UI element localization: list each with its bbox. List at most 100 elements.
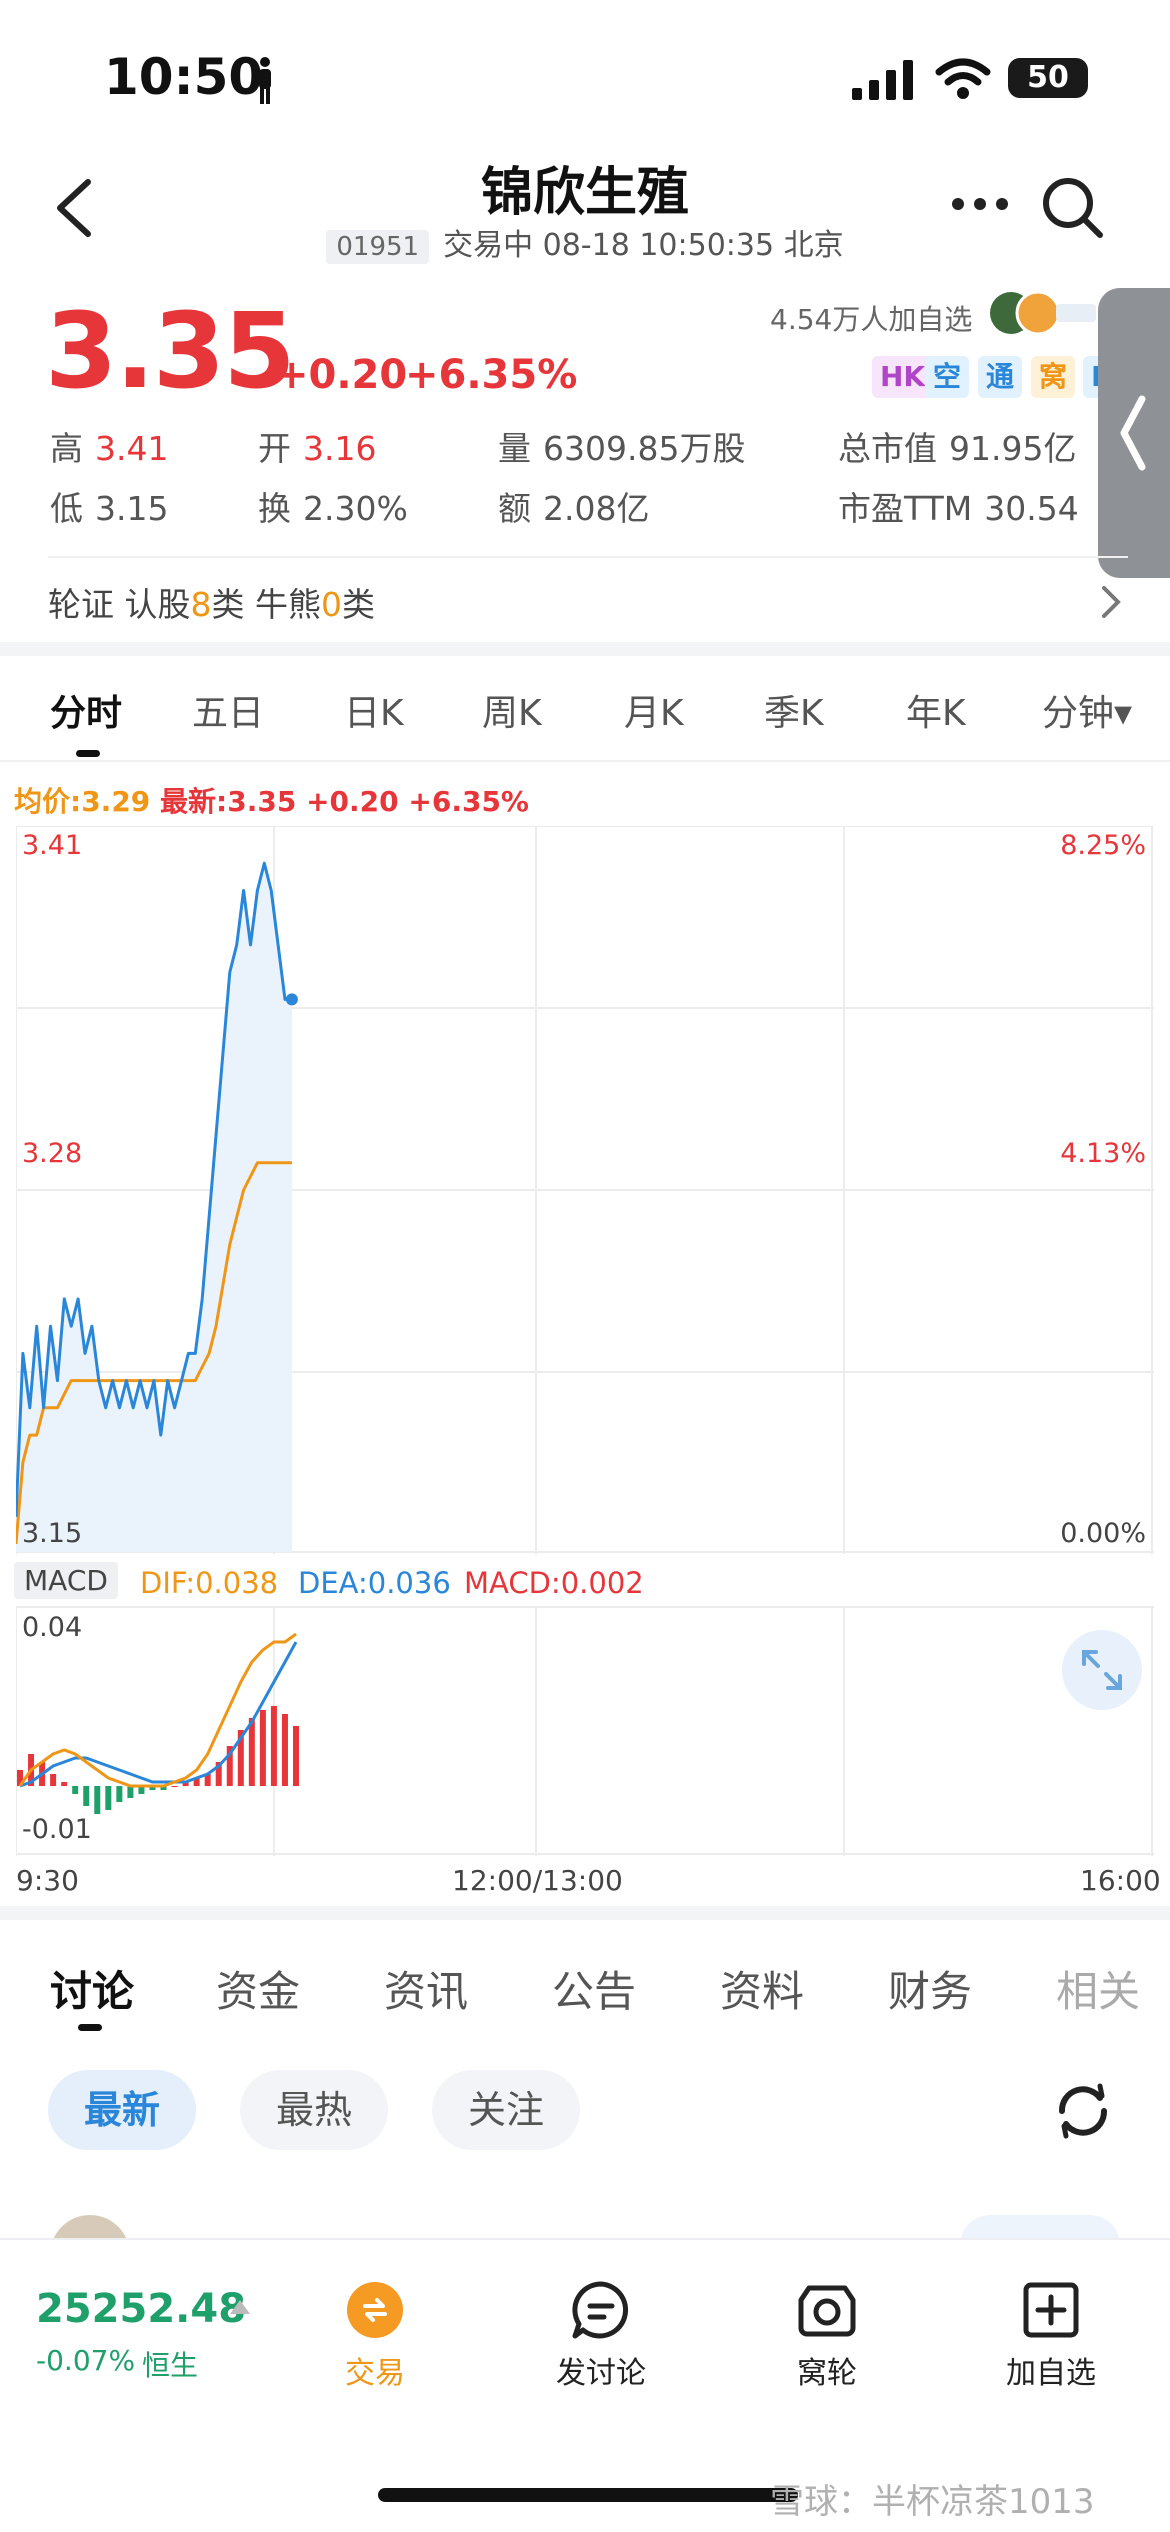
- price-area: [16, 863, 292, 1552]
- macd-bar: [127, 1786, 134, 1798]
- section-divider: [0, 1906, 1170, 1920]
- tab-intraday[interactable]: 分时: [50, 684, 122, 736]
- index-name: 恒生: [142, 2349, 199, 2382]
- stat-high: 高 3.41: [50, 422, 168, 470]
- tab-indicator: [76, 750, 100, 757]
- trade-label: 交易: [345, 2356, 405, 2391]
- signal-icon: [852, 60, 913, 100]
- trade-icon: [347, 2282, 403, 2338]
- refresh-icon[interactable]: [1050, 2078, 1116, 2144]
- macd-y-tick: -0.01: [22, 1814, 92, 1845]
- macd-indicator-label[interactable]: MACD: [14, 1562, 118, 1599]
- warrants-bull-count: 0: [321, 585, 342, 624]
- warrants-call-label: 认股: [124, 585, 191, 624]
- tag-stock-connect[interactable]: 通: [978, 356, 1023, 398]
- price-change: +0.20: [275, 352, 408, 398]
- stat-volume: 量 6309.85万股: [498, 422, 745, 470]
- stat-market-cap-label: 总市值: [838, 429, 937, 468]
- warrants-row[interactable]: 轮证 认股8类 牛熊0类: [48, 578, 375, 626]
- stat-pe: 市盈TTM 30.54: [838, 482, 1079, 530]
- tag-warrant[interactable]: 窝: [1031, 356, 1076, 398]
- latest-change-pct: +6.35%: [408, 785, 529, 818]
- intraday-price-chart[interactable]: 3.41 3.28 3.15 8.25% 4.13% 0.00%: [16, 826, 1154, 1554]
- avg-price: 均价:3.29: [14, 785, 151, 818]
- y-tick-right: 0.00%: [1060, 1518, 1146, 1549]
- stat-volume-value: 6309.85万股: [543, 429, 746, 468]
- latest-change: +0.20: [306, 785, 399, 818]
- stat-turnover-value: 2.30%: [303, 489, 408, 528]
- tab-weekly-k[interactable]: 周K: [482, 684, 542, 736]
- chevron-left-icon: [1120, 395, 1146, 471]
- warrants-label: 轮证: [48, 585, 114, 624]
- stat-amount-value: 2.08亿: [543, 489, 650, 528]
- warrant-icon: [798, 2285, 856, 2337]
- macd-dea: DEA:0.036: [298, 1566, 451, 1600]
- y-tick-right: 4.13%: [1060, 1138, 1146, 1169]
- home-indicator[interactable]: [378, 2488, 798, 2502]
- tab-minute-dropdown[interactable]: 分钟▾: [1042, 684, 1132, 736]
- tab-announcements[interactable]: 公告: [552, 1958, 636, 2019]
- tab-news[interactable]: 资讯: [384, 1958, 468, 2019]
- time-label-midday: 12:00/13:00: [452, 1864, 623, 1897]
- person-icon: [259, 57, 271, 104]
- macd-bar: [259, 1710, 266, 1786]
- tag-short-sell[interactable]: 空: [925, 356, 970, 398]
- stat-pe-label: 市盈TTM: [838, 489, 973, 528]
- macd-bar: [61, 1782, 68, 1786]
- stock-subtitle: 01951 交易中 08-18 10:50:35 北京: [0, 220, 1170, 264]
- market-status: 交易中 08-18 10:50:35 北京: [443, 228, 844, 263]
- time-label-close: 16:00: [1080, 1864, 1161, 1897]
- section-divider: [0, 642, 1170, 656]
- watermark: 雪球：半杯凉茶1013: [770, 2482, 1095, 2522]
- expand-chart-button[interactable]: [1062, 1630, 1142, 1710]
- add-watchlist-label: 加自选: [1006, 2356, 1096, 2391]
- chat-icon: [572, 2281, 629, 2339]
- macd-bar: [72, 1786, 79, 1794]
- post-discussion-button[interactable]: 发讨论: [526, 2280, 676, 2392]
- macd-bar: [105, 1786, 112, 1810]
- tab-profile[interactable]: 资料: [720, 1958, 804, 2019]
- chart-header: 均价:3.29 最新:3.35 +0.20 +6.35%: [14, 780, 529, 820]
- stat-open: 开 3.16: [258, 422, 376, 470]
- macd-bar: [83, 1786, 90, 1806]
- macd-bar: [293, 1726, 299, 1786]
- divider: [0, 760, 1170, 762]
- add-watchlist-button[interactable]: 加自选: [976, 2280, 1126, 2392]
- filter-latest[interactable]: 最新: [48, 2070, 197, 2150]
- warrants-call-count: 8: [190, 585, 212, 624]
- plus-square-icon: [1023, 2282, 1079, 2338]
- stat-turnover-label: 换: [258, 489, 291, 528]
- index-value[interactable]: 25252.48: [36, 2286, 246, 2332]
- tab-indicator: [78, 2024, 102, 2031]
- filter-hot[interactable]: 最热: [240, 2070, 389, 2150]
- time-label-open: 9:30: [16, 1864, 79, 1897]
- price-change-percent: +6.35%: [405, 352, 578, 398]
- stat-low-label: 低: [50, 489, 83, 528]
- tab-capital[interactable]: 资金: [216, 1958, 300, 2019]
- stat-turnover: 换 2.30%: [258, 482, 408, 530]
- tab-related[interactable]: 相关: [1056, 1958, 1140, 2019]
- trade-button[interactable]: 交易: [300, 2280, 450, 2392]
- stat-low: 低 3.15: [50, 482, 168, 530]
- search-icon[interactable]: [1040, 175, 1106, 241]
- more-icon[interactable]: [950, 196, 1010, 212]
- stat-amount: 额 2.08亿: [498, 482, 649, 530]
- tag-hk[interactable]: HK: [872, 356, 934, 398]
- tab-monthly-k[interactable]: 月K: [624, 684, 684, 736]
- tab-five-day[interactable]: 五日: [192, 684, 264, 736]
- filter-following[interactable]: 关注: [432, 2070, 581, 2150]
- warrant-label: 窝轮: [797, 2356, 857, 2391]
- tab-yearly-k[interactable]: 年K: [906, 684, 966, 736]
- tab-financials[interactable]: 财务: [888, 1958, 972, 2019]
- warrant-button[interactable]: 窝轮: [752, 2280, 902, 2392]
- follower-count[interactable]: 4.54万人加自选: [770, 298, 972, 338]
- tab-daily-k[interactable]: 日K: [344, 684, 404, 736]
- y-tick-left: 3.28: [22, 1138, 82, 1169]
- macd-chart[interactable]: 0.04 -0.01: [16, 1606, 1154, 1856]
- tab-quarterly-k[interactable]: 季K: [764, 684, 824, 736]
- macd-value: MACD:0.002: [464, 1566, 644, 1600]
- chevron-right-icon: [1102, 586, 1121, 618]
- wifi-icon: [935, 58, 991, 99]
- expand-icon: [1082, 1650, 1122, 1690]
- tab-discussion[interactable]: 讨论: [50, 1958, 134, 2019]
